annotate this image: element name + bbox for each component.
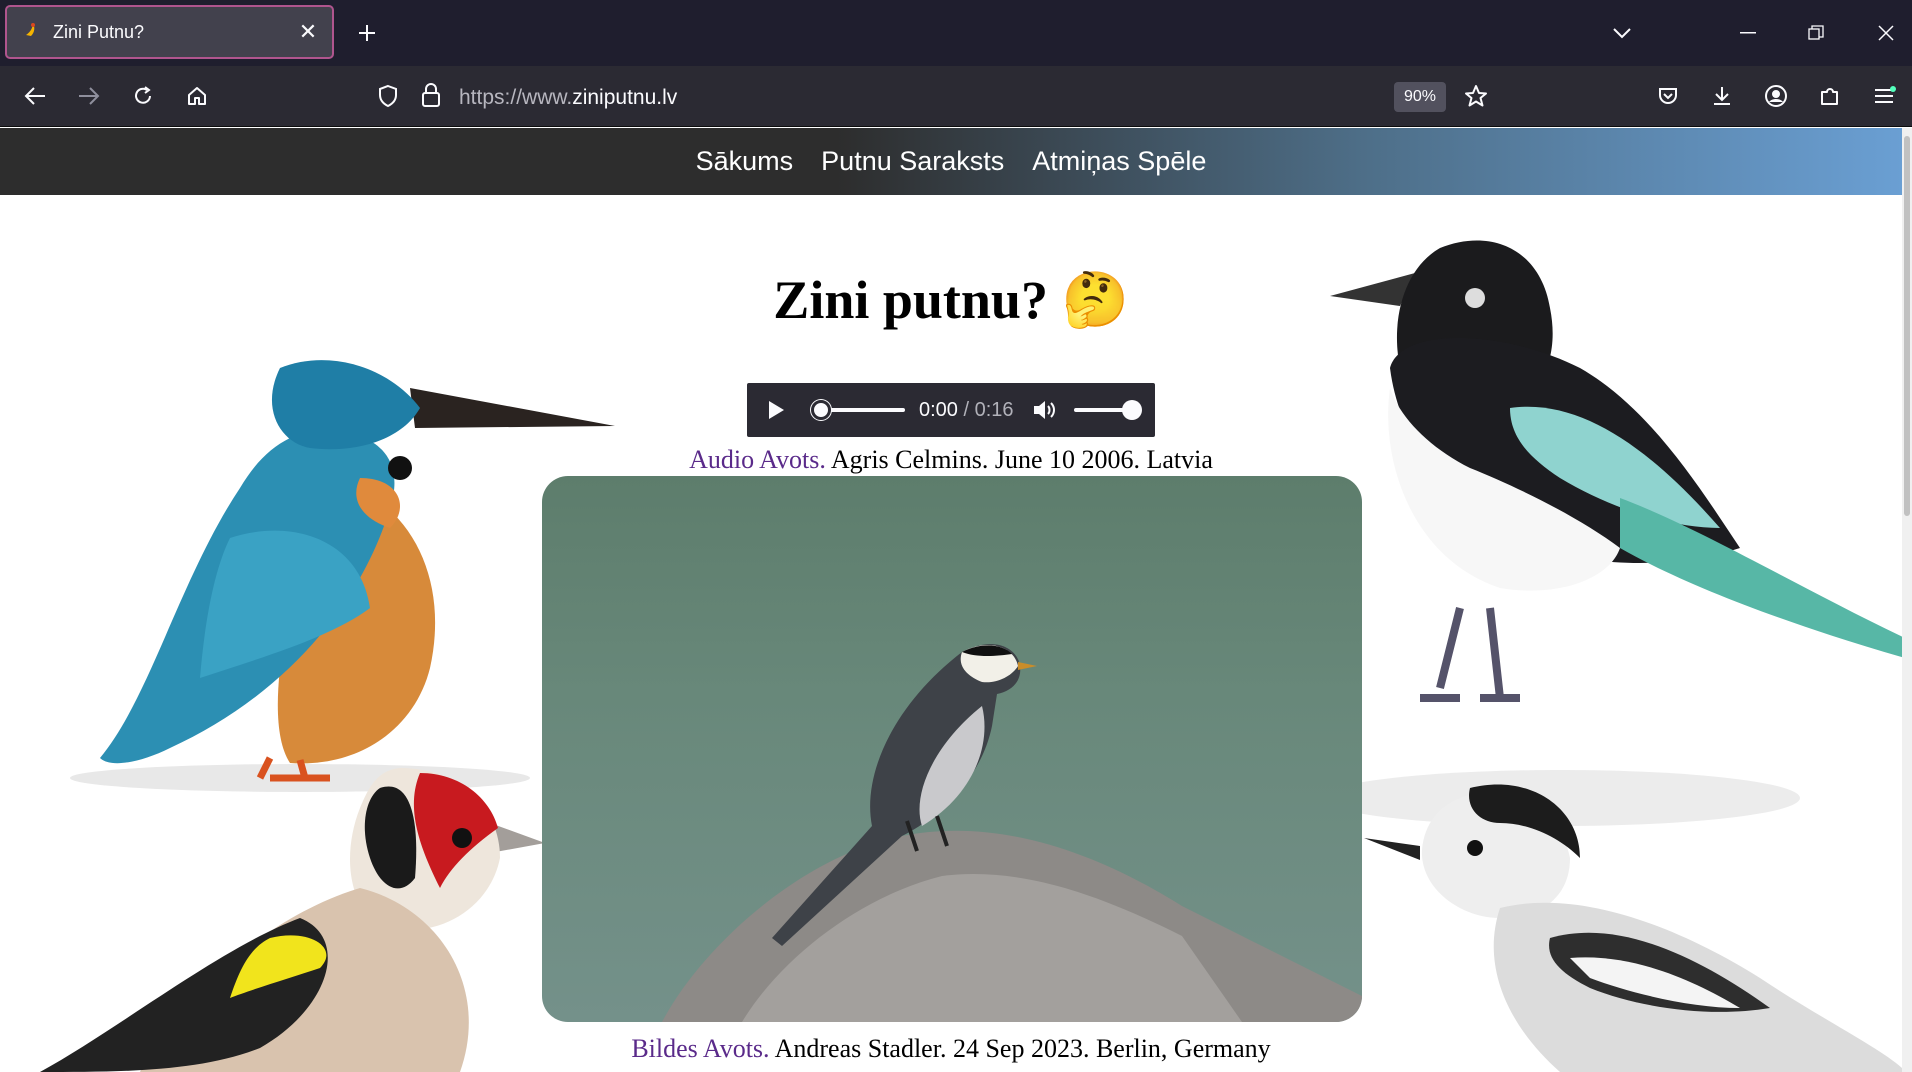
play-icon[interactable] xyxy=(767,400,799,420)
nav-link-memory-game[interactable]: Atmiņas Spēle xyxy=(1032,146,1206,177)
wagtail-illustration xyxy=(1364,784,1902,1072)
zoom-level-badge[interactable]: 90% xyxy=(1394,82,1446,112)
download-icon[interactable] xyxy=(1702,76,1742,116)
restore-icon[interactable] xyxy=(1794,14,1838,52)
nav-link-home[interactable]: Sākums xyxy=(696,146,794,177)
image-credit: Bildes Avots. Andreas Stadler. 24 Sep 20… xyxy=(0,1034,1902,1064)
scrollbar-thumb[interactable] xyxy=(1904,136,1910,516)
audio-progress-slider[interactable] xyxy=(811,400,905,420)
url-text[interactable]: https://www.ziniputnu.lv xyxy=(459,86,677,110)
audio-player[interactable]: 0:00 / 0:16 xyxy=(747,383,1155,437)
kingfisher-illustration xyxy=(70,360,615,792)
site-navigation: Sākums Putnu Saraksts Atmiņas Spēle xyxy=(0,128,1902,195)
list-all-tabs-icon[interactable] xyxy=(1600,14,1644,52)
new-tab-button[interactable] xyxy=(348,14,386,52)
shield-icon[interactable] xyxy=(377,84,399,113)
page-scrollbar[interactable] xyxy=(1902,128,1912,1072)
pocket-icon[interactable] xyxy=(1648,76,1688,116)
nav-link-bird-list[interactable]: Putnu Saraksts xyxy=(821,146,1004,177)
image-credit-text: Andreas Stadler. 24 Sep 2023. Berlin, Ge… xyxy=(769,1034,1271,1063)
puzzle-icon[interactable] xyxy=(1810,76,1850,116)
audio-progress-handle[interactable] xyxy=(811,400,831,420)
navigation-toolbar: https://www.ziniputnu.lv 90% xyxy=(0,66,1912,127)
tab-bar: Zini Putnu? ✕ xyxy=(0,0,1912,66)
browser-tab[interactable]: Zini Putnu? ✕ xyxy=(5,5,334,59)
web-page: Sākums Putnu Saraksts Atmiņas Spēle Zini… xyxy=(0,128,1902,1072)
volume-handle[interactable] xyxy=(1121,400,1142,420)
image-source-link[interactable]: Bildes Avots. xyxy=(631,1034,769,1063)
forward-button[interactable] xyxy=(69,76,109,116)
volume-icon[interactable] xyxy=(1032,399,1058,421)
reload-button[interactable] xyxy=(123,76,163,116)
bird-photo xyxy=(542,476,1362,1022)
volume-slider[interactable] xyxy=(1073,400,1142,420)
hamburger-menu-icon[interactable] xyxy=(1864,76,1904,116)
audio-credit-text: Agris Celmins. June 10 2006. Latvia xyxy=(825,445,1213,474)
goldfinch-illustration xyxy=(40,768,545,1072)
audio-current-time: 0:00 xyxy=(919,398,958,421)
lock-icon[interactable] xyxy=(421,82,441,113)
audio-duration: / 0:16 xyxy=(963,398,1014,421)
minimize-icon[interactable] xyxy=(1726,14,1770,52)
favicon-icon xyxy=(23,21,43,44)
url-scheme: https://www. xyxy=(459,86,573,109)
account-icon[interactable] xyxy=(1756,76,1796,116)
tab-close-icon[interactable]: ✕ xyxy=(293,17,323,47)
home-button[interactable] xyxy=(177,76,217,116)
page-title: Zini putnu? 🤔 xyxy=(773,270,1129,330)
bookmark-star-icon[interactable] xyxy=(1456,76,1496,116)
back-button[interactable] xyxy=(15,76,55,116)
audio-time: 0:00 / 0:16 xyxy=(919,399,1014,422)
close-window-icon[interactable] xyxy=(1864,14,1908,52)
url-bar[interactable]: https://www.ziniputnu.lv xyxy=(368,74,1462,118)
audio-source-link[interactable]: Audio Avots. xyxy=(689,445,826,474)
url-domain: ziniputnu.lv xyxy=(572,86,678,109)
tab-title: Zini Putnu? xyxy=(53,21,145,42)
audio-credit: Audio Avots. Agris Celmins. June 10 2006… xyxy=(0,445,1902,475)
